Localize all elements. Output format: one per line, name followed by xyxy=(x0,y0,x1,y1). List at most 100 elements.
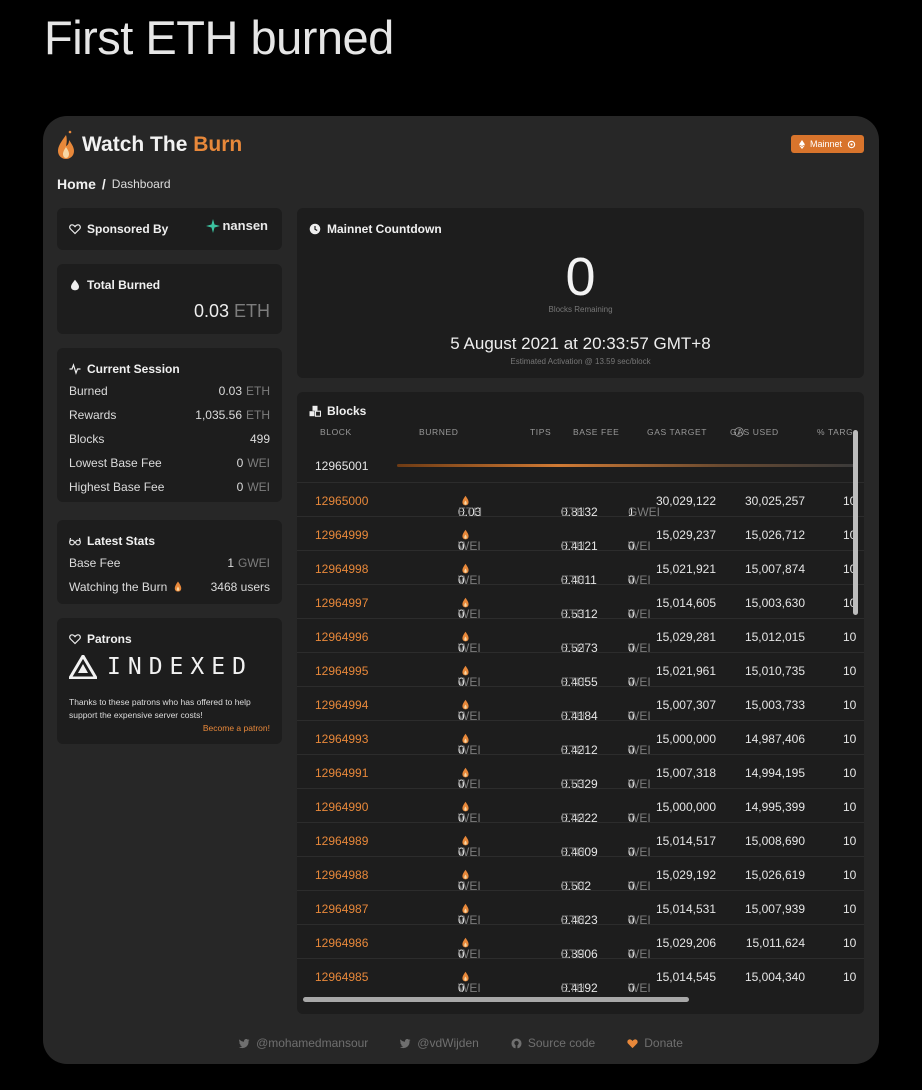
table-row[interactable]: 12965000 0.03 ETH 0.8132 ETH 1 GWEI 30,029,1… xyxy=(297,482,864,519)
col-burned[interactable]: BURNED xyxy=(419,427,459,437)
table-row[interactable]: 12964995 0 WEI 0.4055 ETH 0 WEI 15,021,961 15… xyxy=(297,652,864,689)
gas-target-cell: 15,021,961 xyxy=(655,664,716,678)
gas-target-cell: 30,029,122 xyxy=(655,494,716,508)
total-burned-title: Total Burned xyxy=(69,278,160,292)
sponsor-card: Sponsored By nansen xyxy=(57,208,282,250)
table-row[interactable]: 12964997 0 WEI 0.5312 ETH 0 WEI 15,014,605 15… xyxy=(297,584,864,621)
block-number-link[interactable]: 12964994 xyxy=(315,698,368,712)
col-tips[interactable]: TIPS xyxy=(530,427,551,437)
pct-target-cell: 10 xyxy=(843,630,857,644)
ethereum-icon xyxy=(798,139,805,149)
block-number-link[interactable]: 12965000 xyxy=(315,494,368,508)
twitter-link-mohamedmansour[interactable]: @mohamedmansour xyxy=(239,1036,368,1050)
network-label: Mainnet xyxy=(809,139,842,149)
table-row[interactable]: 12964986 0 WEI 0.3906 ETH 0 WEI 15,029,206 15… xyxy=(297,924,864,961)
horizontal-scrollbar[interactable] xyxy=(303,997,689,1002)
gas-used-cell: 14,994,195 xyxy=(744,766,805,780)
gas-used-cell: 15,026,712 xyxy=(744,528,805,542)
table-row[interactable]: 12964989 0 WEI 0.4609 ETH 0 WEI 15,014,517 15… xyxy=(297,822,864,859)
countdown-estimate: Estimated Activation @ 13.59 sec/block xyxy=(510,357,651,366)
block-number-link[interactable]: 12964989 xyxy=(315,834,368,848)
nansen-logo-icon xyxy=(206,218,221,233)
pulse-icon xyxy=(69,363,81,375)
block-number-link[interactable]: 12964985 xyxy=(315,970,368,984)
latest-row-base-fee: Base Fee 1 GWEI xyxy=(69,556,270,570)
gas-used-cell: 15,007,874 xyxy=(744,562,805,576)
github-icon xyxy=(511,1037,522,1049)
gas-target-cell: 15,021,921 xyxy=(655,562,716,576)
block-number-link[interactable]: 12964993 xyxy=(315,732,368,746)
block-number-link[interactable]: 12964988 xyxy=(315,868,368,882)
session-row-rewards: Rewards 1,035.56 ETH xyxy=(69,408,270,422)
col-pct-target[interactable]: % TARG xyxy=(817,427,853,437)
col-base-fee[interactable]: BASE FEE xyxy=(573,427,619,437)
block-number-link[interactable]: 12964997 xyxy=(315,596,368,610)
table-row[interactable]: 12964985 0 WEI 0.4192 ETH 0 WEI 15,014,545 15… xyxy=(297,958,864,995)
burned-cell: 0 WEI xyxy=(458,970,481,995)
table-row[interactable]: 12964987 0 WEI 0.4623 ETH 0 WEI 15,014,531 15… xyxy=(297,890,864,927)
vertical-scrollbar[interactable] xyxy=(853,430,858,615)
latest-row-watching: Watching the Burn 3468 users xyxy=(69,580,270,594)
gas-target-cell: 15,029,281 xyxy=(655,630,716,644)
indexed-logo[interactable]: INDEXED xyxy=(69,654,253,680)
latest-stats-card: Latest Stats Base Fee 1 GWEI Watching the … xyxy=(57,520,282,604)
gear-icon xyxy=(847,140,856,148)
gas-target-cell: 15,014,605 xyxy=(655,596,716,610)
table-row[interactable]: 12964999 0 WEI 0.4121 ETH 0 WEI 15,029,237 15… xyxy=(297,516,864,553)
session-row-lowest-base-fee: Lowest Base Fee 0 WEI xyxy=(69,456,270,470)
donate-link[interactable]: Donate xyxy=(627,1036,683,1050)
burned-cell: 0 WEI xyxy=(458,868,481,893)
heart-icon xyxy=(69,634,81,645)
network-selector-button[interactable]: Mainnet xyxy=(790,135,864,153)
col-block[interactable]: BLOCK xyxy=(320,427,352,437)
table-row[interactable]: 12964993 0 WEI 0.4212 ETH 0 WEI 15,000,000 14… xyxy=(297,720,864,757)
burned-cell: 0 WEI xyxy=(458,936,481,961)
block-number-link[interactable]: 12964991 xyxy=(315,766,368,780)
pct-target-cell: 10 xyxy=(843,800,857,814)
become-patron-link[interactable]: Become a patron! xyxy=(203,723,270,733)
brand[interactable]: Watch The Burn xyxy=(57,130,242,160)
gas-target-cell: 15,014,545 xyxy=(655,970,716,984)
breadcrumb-home[interactable]: Home xyxy=(57,176,96,192)
gas-used-cell: 14,987,406 xyxy=(744,732,805,746)
countdown-title: Mainnet Countdown xyxy=(309,222,442,236)
countdown-value: 0 xyxy=(565,247,596,307)
block-number-link[interactable]: 12964986 xyxy=(315,936,368,950)
block-number-link[interactable]: 12964999 xyxy=(315,528,368,542)
twitter-icon xyxy=(400,1038,411,1048)
block-number-link[interactable]: 12964998 xyxy=(315,562,368,576)
countdown-sub: Blocks Remaining xyxy=(548,305,613,314)
col-gas-used[interactable]: GAS USED xyxy=(730,427,778,437)
nansen-logo[interactable]: nansen xyxy=(206,218,268,233)
table-row[interactable]: 12964988 0 WEI 0.502 ETH 0 WEI 15,029,192 15,… xyxy=(297,856,864,893)
pct-target-cell: 10 xyxy=(843,664,857,678)
table-row[interactable]: 12964990 0 WEI 0.4222 ETH 0 WEI 15,000,000 14… xyxy=(297,788,864,825)
burned-cell: 0 WEI xyxy=(458,800,481,825)
gas-used-cell: 30,025,257 xyxy=(744,494,805,508)
gas-target-cell: 15,000,000 xyxy=(655,800,716,814)
table-row[interactable]: 12964998 0 WEI 0.4011 ETH 0 WEI 15,021,921 15… xyxy=(297,550,864,587)
burned-cell: 0 WEI xyxy=(458,596,481,621)
gas-used-cell: 14,995,399 xyxy=(744,800,805,814)
flame-logo-icon xyxy=(58,130,74,159)
table-row[interactable]: 12964991 0 WEI 0.5329 ETH 0 WEI 15,007,318 14… xyxy=(297,754,864,791)
table-row[interactable]: 12964994 0 WEI 0.4184 ETH 0 WEI 15,007,307 15… xyxy=(297,686,864,723)
session-row-burned: Burned 0.03 ETH xyxy=(69,384,270,398)
block-number-link[interactable]: 12964990 xyxy=(315,800,368,814)
col-gas-target[interactable]: GAS TARGET xyxy=(647,427,707,437)
current-session-card: Current Session Burned 0.03 ETH Rewards 1,0… xyxy=(57,348,282,502)
latest-stats-title: Latest Stats xyxy=(69,534,155,548)
table-row-pending[interactable]: 12965001 xyxy=(297,448,864,482)
patrons-title: Patrons xyxy=(69,632,132,646)
twitter-link-vdwijden[interactable]: @vdWijden xyxy=(400,1036,479,1050)
burned-cell: 0 WEI xyxy=(458,834,481,859)
block-number-link[interactable]: 12964995 xyxy=(315,664,368,678)
gas-used-cell: 15,007,939 xyxy=(744,902,805,916)
gas-used-cell: 15,004,340 xyxy=(744,970,805,984)
gas-used-cell: 15,003,630 xyxy=(744,596,805,610)
block-number-link[interactable]: 12964987 xyxy=(315,902,368,916)
block-number-link[interactable]: 12964996 xyxy=(315,630,368,644)
sponsor-title: Sponsored By xyxy=(69,222,168,236)
table-row[interactable]: 12964996 0 WEI 0.5273 ETH 0 WEI 15,029,281 15… xyxy=(297,618,864,655)
source-code-link[interactable]: Source code xyxy=(511,1036,595,1050)
